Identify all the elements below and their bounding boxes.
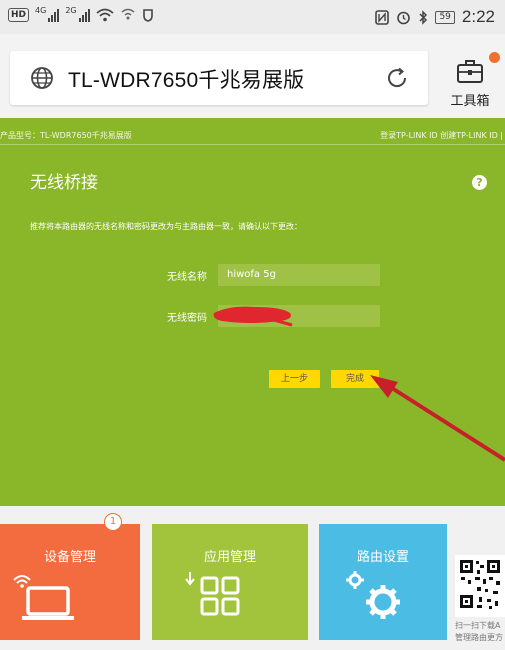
instruction-text: 推荐将本路由器的无线名称和密码更改为与主路由器一致，请确认以下更改： [30, 222, 302, 231]
account-links[interactable]: 登录TP-LINK ID 创建TP-LINK ID | [380, 130, 503, 141]
shield-status-icon [142, 9, 153, 22]
device-count-badge: 1 [104, 513, 122, 531]
status-left: HD 4G 2G [8, 5, 154, 22]
router-panel: 产品型号：TL-WDR7650千兆易展版 登录TP-LINK ID 创建TP-L… [0, 118, 505, 506]
toolbox-icon [457, 60, 483, 83]
password-label: 无线密码 [167, 313, 207, 324]
address-bar[interactable]: TL-WDR7650千兆易展版 [10, 51, 428, 105]
notification-dot [489, 52, 500, 63]
signal-icon [48, 8, 60, 22]
tile-label: 应用管理 [203, 550, 256, 565]
address-text: TL-WDR7650千兆易展版 [68, 69, 305, 92]
redaction-scribble [213, 306, 293, 327]
tile-app-management[interactable]: 应用管理 [152, 524, 308, 640]
qr-caption-line-2: 管理路由更方 [455, 633, 503, 642]
tile-label: 路由设置 [356, 550, 409, 565]
prev-step-button[interactable]: 上一步 [269, 370, 320, 388]
ssid-field[interactable]: hiwofa 5g [218, 264, 380, 286]
battery-level: 59 [439, 11, 451, 22]
status-right: 59 2:22 [375, 7, 495, 27]
network-type-1: 4G [35, 5, 47, 15]
battery-icon: 59 [435, 10, 455, 24]
header-divider [0, 144, 505, 145]
qr-code [455, 555, 505, 617]
signal-icon-2 [78, 8, 90, 22]
tile-label: 设备管理 [43, 550, 96, 565]
reload-icon[interactable] [384, 65, 410, 91]
network-type-2: 2G [65, 5, 77, 15]
bluetooth-icon [419, 9, 428, 25]
clock: 2:22 [461, 7, 495, 26]
help-icon[interactable]: ? [472, 175, 487, 190]
toolbox-label: 工具箱 [450, 94, 490, 109]
gear-icon [346, 571, 400, 619]
finish-button[interactable]: 完成 [331, 370, 379, 388]
qr-caption-line-1: 扫一扫下载A [455, 621, 501, 630]
qr-caption: 扫一扫下载A 管理路由更方 [455, 620, 503, 644]
globe-icon [31, 67, 53, 89]
laptop-wifi-icon [13, 575, 74, 620]
tile-router-settings[interactable]: 路由设置 [319, 524, 447, 640]
tile-device-management[interactable]: 设备管理 [0, 524, 140, 640]
hotspot-icon [121, 8, 135, 20]
page-title: 无线桥接 [30, 173, 98, 193]
app-header: TL-WDR7650千兆易展版 工具箱 [0, 34, 505, 118]
product-model: 产品型号：TL-WDR7650千兆易展版 [0, 131, 132, 140]
alarm-icon [397, 11, 411, 24]
apps-grid-icon [185, 572, 240, 616]
wifi-icon [96, 8, 114, 22]
status-bar: HD 4G 2G 59 2:22 [0, 0, 505, 34]
ssid-label: 无线名称 [167, 272, 207, 283]
hd-indicator: HD [8, 8, 30, 22]
nfc-icon [375, 9, 390, 25]
